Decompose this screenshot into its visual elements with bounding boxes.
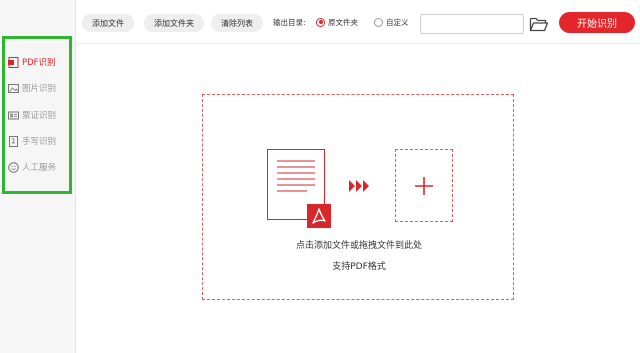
radio-dot — [374, 17, 383, 27]
sidebar-item-service[interactable]: 人工服务 — [8, 159, 56, 175]
pdf-document-icon — [267, 149, 335, 231]
image-icon — [8, 83, 19, 94]
file-drop-zone[interactable]: 点击添加文件或拖拽文件到此处 支持PDF格式 — [202, 94, 514, 300]
dropzone-instruction: 点击添加文件或拖拽文件到此处 — [295, 241, 422, 251]
dropzone-format-hint: 支持PDF格式 — [332, 262, 386, 272]
triple-arrow-icon — [349, 180, 371, 194]
clear-list-button[interactable]: 清除列表 — [211, 14, 263, 32]
radio-label: 自定义 — [386, 17, 409, 27]
sidebar-item-handwriting[interactable]: 手写识别 — [8, 133, 56, 149]
sidebar-item-pdf[interactable]: PDF识别 — [8, 54, 56, 70]
ticket-icon — [8, 110, 19, 121]
add-file-button[interactable]: 添加文件 — [82, 14, 134, 32]
output-path-input[interactable] — [420, 14, 524, 34]
radio-dot — [316, 17, 325, 27]
sidebar-item-label: 图片识别 — [22, 84, 57, 94]
sidebar: PDF识别 图片识别 票证识别 手写识别 人工服务 — [0, 0, 76, 353]
pdf-icon — [8, 56, 19, 68]
sidebar-item-label: 手写识别 — [22, 137, 57, 147]
folder-open-icon[interactable] — [529, 15, 549, 33]
radio-original-folder[interactable]: 原文件夹 — [316, 16, 358, 28]
start-recognition-button[interactable]: 开始识别 — [559, 12, 635, 33]
radio-custom[interactable]: 自定义 — [374, 16, 409, 28]
handwriting-icon — [8, 135, 19, 147]
sidebar-item-label: 人工服务 — [22, 163, 57, 173]
sidebar-item-image[interactable]: 图片识别 — [8, 80, 56, 96]
plus-icon — [415, 177, 433, 195]
sidebar-item-label: 票证识别 — [22, 111, 57, 121]
toolbar: 添加文件 添加文件夹 清除列表 输出目录: 原文件夹 自定义 开始识别 — [76, 0, 640, 44]
sidebar-item-label: PDF识别 — [22, 58, 56, 68]
output-dir-label: 输出目录: — [273, 18, 306, 27]
smiley-icon — [8, 161, 19, 173]
add-file-box[interactable] — [395, 149, 453, 222]
sidebar-item-ticket[interactable]: 票证识别 — [8, 107, 56, 123]
radio-label: 原文件夹 — [328, 17, 358, 27]
add-folder-button[interactable]: 添加文件夹 — [144, 14, 204, 32]
